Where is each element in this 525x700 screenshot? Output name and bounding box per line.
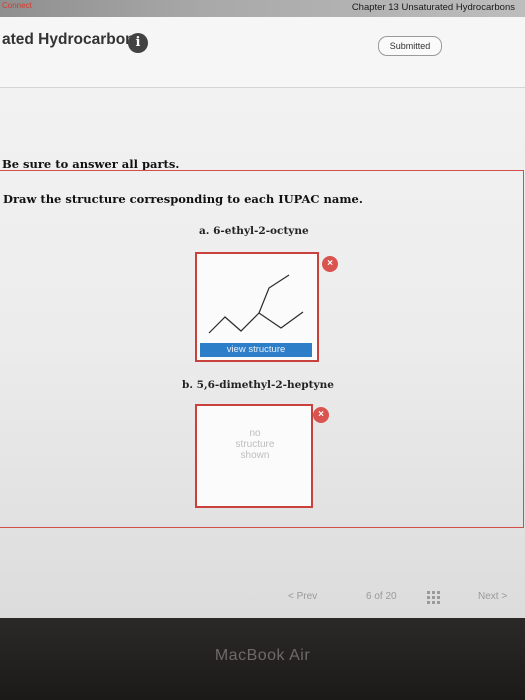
delete-icon[interactable]: × xyxy=(313,407,329,423)
bezel-label: MacBook Air xyxy=(214,647,311,664)
grid-icon[interactable] xyxy=(427,591,440,604)
question-prompt: Draw the structure corresponding to each… xyxy=(3,192,363,206)
assignment-title: ated Hydrocarbons xyxy=(2,31,144,48)
page-current: 6 xyxy=(366,591,372,602)
status-badge: Submitted xyxy=(378,36,442,56)
placeholder-line: no xyxy=(249,428,261,439)
info-icon[interactable]: i xyxy=(128,33,148,53)
page-separator: of xyxy=(374,591,383,602)
brand-logo[interactable]: Connect xyxy=(2,1,32,10)
page-total: 20 xyxy=(385,591,397,602)
view-structure-button[interactable]: view structure xyxy=(200,343,312,357)
no-structure-placeholder: no structure shown xyxy=(215,428,295,461)
assignment-header: ated Hydrocarbons i Submitted xyxy=(0,17,525,88)
part-b-label: b. 5,6-dimethyl-2-heptyne xyxy=(182,379,334,391)
placeholder-line: shown xyxy=(240,450,270,461)
page-indicator: 6 of 20 xyxy=(366,591,397,602)
prev-button[interactable]: < Prev xyxy=(288,591,317,602)
top-bar: Connect Chapter 13 Unsaturated Hydrocarb… xyxy=(0,0,525,17)
placeholder-line: structure xyxy=(235,439,275,450)
chapter-title: Chapter 13 Unsaturated Hydrocarbons xyxy=(351,2,515,13)
part-a-label: a. 6-ethyl-2-octyne xyxy=(199,225,309,237)
browser-screen: Connect Chapter 13 Unsaturated Hydrocarb… xyxy=(0,0,525,618)
delete-icon[interactable]: × xyxy=(322,256,338,272)
next-button[interactable]: Next > xyxy=(478,591,507,602)
instruction-text: Be sure to answer all parts. xyxy=(2,157,180,171)
